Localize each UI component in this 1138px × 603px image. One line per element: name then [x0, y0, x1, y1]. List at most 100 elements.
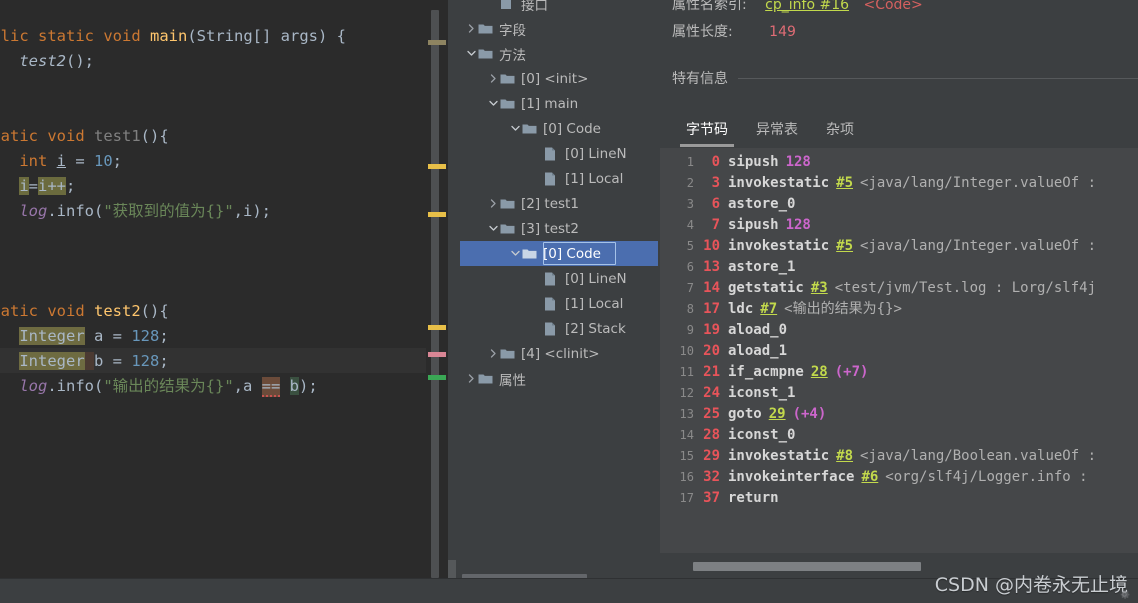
code-token: == — [261, 377, 281, 397]
chevron-down-icon[interactable] — [464, 49, 478, 58]
source-code[interactable]: ublic static void main(String[] args) { … — [0, 24, 346, 424]
tree-item[interactable]: [0] LineN — [460, 141, 658, 166]
code-line: log.info("输出的结果为{}",a == b); — [0, 374, 346, 399]
tree-item[interactable]: [0] <init> — [460, 66, 658, 91]
constant-pool-ref[interactable]: #3 — [811, 280, 828, 296]
panel-divider-left[interactable] — [448, 0, 460, 578]
bytecode-row[interactable]: 13 25 goto 29 (+4) — [668, 404, 1138, 425]
editor-marker[interactable] — [428, 325, 446, 330]
code-token: b = — [94, 352, 132, 370]
bytecode-horizontal-scrollbar[interactable] — [693, 562, 921, 571]
bytecode-row[interactable]: 17 37 return — [668, 488, 1138, 509]
detail-tab[interactable]: 字节码 — [672, 116, 742, 147]
folder-icon — [500, 223, 516, 235]
detail-tabs[interactable]: 字节码 异常表 杂项 — [672, 116, 868, 147]
bytecode-descriptor: <org/slf4j/Logger.info : — [885, 469, 1088, 485]
folder-icon — [500, 198, 516, 210]
bytecode-row[interactable]: 2 3 invokestatic #5 <java/lang/Integer.value… — [668, 173, 1138, 194]
chevron-right-icon[interactable] — [464, 24, 478, 33]
chevron-right-icon[interactable] — [486, 74, 500, 83]
tree-item[interactable]: 方法 — [460, 41, 658, 66]
bytecode-row[interactable]: 1 0 sipush 128 — [668, 152, 1138, 173]
code-editor-panel[interactable]: ublic static void main(String[] args) { … — [0, 0, 448, 578]
tree-item[interactable]: [1] Local — [460, 291, 658, 316]
tree-item[interactable]: [1] Local — [460, 166, 658, 191]
bytecode-offset: 17 — [703, 301, 720, 317]
bytecode-row[interactable]: 16 32 invokeinterface #6 <org/slf4j/Logger.i… — [668, 467, 1138, 488]
bytecode-line-number: 8 — [686, 302, 694, 316]
code-token: log — [19, 377, 48, 395]
gear-icon[interactable] — [1118, 588, 1131, 601]
bytecode-offset: 0 — [711, 154, 720, 170]
tree-item[interactable]: [1] main — [460, 91, 658, 116]
code-token: ,a — [233, 377, 262, 395]
bytecode-row[interactable]: 14 28 iconst_0 — [668, 425, 1138, 446]
tree-item[interactable]: 字段 — [460, 16, 658, 41]
constant-pool-ref[interactable]: #6 — [861, 469, 878, 485]
tree-item[interactable]: [0] Code — [460, 116, 658, 141]
tree-item[interactable]: [2] test1 — [460, 191, 658, 216]
tree-item-selected[interactable]: [0] Code — [460, 241, 658, 266]
tree-item[interactable]: [4] <clinit> — [460, 341, 658, 366]
chevron-right-icon[interactable] — [486, 349, 500, 358]
class-structure-tree[interactable]: 接口 字段 方法 [0] <init> [1] main [0] Code [0] Line… — [460, 0, 658, 578]
bytecode-row[interactable]: 4 7 sipush 128 — [668, 215, 1138, 236]
detail-tab[interactable]: 杂项 — [812, 116, 868, 147]
tree-item[interactable]: [3] test2 — [460, 216, 658, 241]
bytecode-jump-target[interactable]: 29 — [769, 406, 786, 422]
chevron-right-icon[interactable] — [486, 199, 500, 208]
editor-marker[interactable] — [428, 375, 446, 380]
editor-marker[interactable] — [428, 164, 446, 169]
code-token: "获取到的值为{}" — [103, 202, 234, 220]
bytecode-jump-target[interactable]: 28 — [811, 364, 828, 380]
tree-item-label: [0] LineN — [565, 145, 627, 162]
bytecode-row[interactable]: 3 6 astore_0 — [668, 194, 1138, 215]
code-token: = — [66, 152, 94, 170]
bytecode-row[interactable]: 11 21 if_acmpne 28 (+7) — [668, 362, 1138, 383]
bytecode-row[interactable]: 10 20 aload_1 — [668, 341, 1138, 362]
bytecode-row[interactable]: 8 17 ldc #7 <输出的结果为{}> — [668, 299, 1138, 320]
app-window: ublic static void main(String[] args) { … — [0, 0, 1138, 603]
editor-marker-strip[interactable] — [426, 0, 448, 578]
code-token: (){ — [140, 302, 169, 320]
attr-name-index-value[interactable]: cp_info #16 — [765, 0, 849, 13]
code-token: test1 — [94, 127, 141, 145]
chevron-down-icon[interactable] — [508, 249, 522, 258]
bytecode-row[interactable]: 15 29 invokestatic #8 <java/lang/Boolean.val… — [668, 446, 1138, 467]
tree-item-label: [0] LineN — [565, 270, 627, 287]
bytecode-row[interactable]: 5 10 invokestatic #5 <java/lang/Integer.valu… — [668, 236, 1138, 257]
bytecode-row[interactable]: 6 13 astore_1 — [668, 257, 1138, 278]
folder-icon — [500, 98, 516, 110]
editor-marker[interactable] — [428, 40, 446, 45]
bytecode-list[interactable]: 1 0 sipush 128 2 3 invokestatic #5 <java/lang/In… — [668, 152, 1138, 547]
constant-pool-ref[interactable]: #8 — [836, 448, 853, 464]
bytecode-row[interactable]: 12 24 iconst_1 — [668, 383, 1138, 404]
detail-tab[interactable]: 异常表 — [742, 116, 812, 147]
constant-pool-ref[interactable]: #5 — [836, 175, 853, 191]
chevron-down-icon[interactable] — [486, 99, 500, 108]
constant-pool-ref[interactable]: #7 — [760, 301, 777, 317]
constant-pool-ref[interactable]: #5 — [836, 238, 853, 254]
editor-vertical-scrollbar[interactable] — [431, 10, 439, 578]
bytecode-row[interactable]: 7 14 getstatic #3 <test/jvm/Test.log : Lorg/… — [668, 278, 1138, 299]
chevron-down-icon[interactable] — [486, 224, 500, 233]
chevron-down-icon[interactable] — [508, 124, 522, 133]
bytecode-jump-delta: (+4) — [792, 406, 827, 422]
editor-marker[interactable] — [428, 352, 446, 357]
bytecode-descriptor: <java/lang/Integer.valueOf : — [860, 175, 1097, 191]
tree-item[interactable]: [2] Stack — [460, 316, 658, 341]
bytecode-opcode: sipush — [728, 217, 779, 233]
chevron-right-icon[interactable] — [464, 374, 478, 383]
code-line: static void test2(){ — [0, 299, 346, 324]
bytecode-row[interactable]: 9 19 aload_0 — [668, 320, 1138, 341]
tree-item[interactable]: 属性 — [460, 366, 658, 391]
tree-item-label: 接口 — [521, 0, 548, 14]
tree-item[interactable]: 接口 — [460, 0, 658, 16]
editor-marker[interactable] — [428, 212, 446, 217]
tree-item[interactable]: [0] LineN — [460, 266, 658, 291]
bytecode-offset: 24 — [703, 385, 720, 401]
